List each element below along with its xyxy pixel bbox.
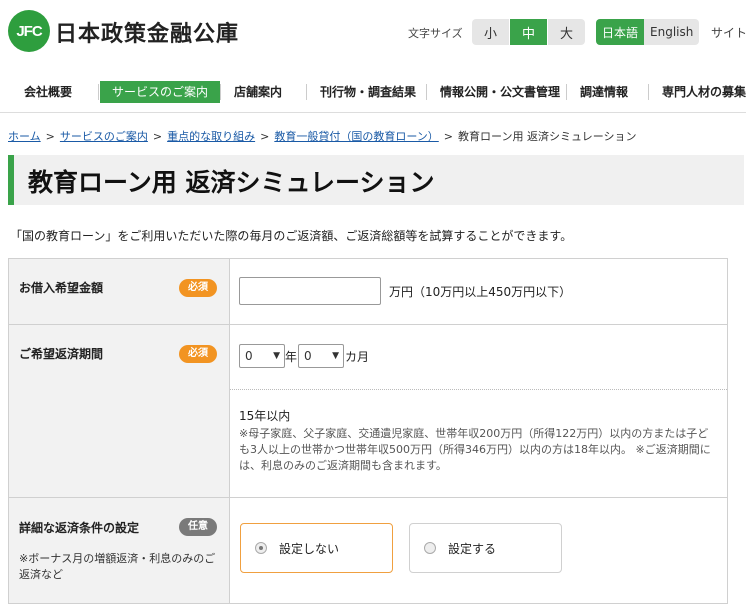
font-size-small-button[interactable]: 小 [472, 19, 510, 45]
page-title: 教育ローン用 返済シミュレーション [28, 168, 435, 197]
font-size-label: 文字サイズ [408, 27, 463, 40]
detail-label: 詳細な返済条件の設定 [19, 521, 140, 535]
site-map-link[interactable]: サイト [711, 24, 746, 41]
nav-divider [98, 84, 99, 100]
breadcrumb-separator: > [152, 130, 163, 143]
breadcrumb-separator: > [443, 130, 453, 143]
breadcrumb: ホーム > サービスのご案内 > 重点的な取り組み > 教育一般貸付（国の教育ローン） > 教育… [8, 128, 637, 144]
simulation-form: お借入希望金額 必須 万円（10万円以上450万円以下） ご希望返済期間 必須 … [8, 258, 728, 604]
radio-option-no-setting[interactable]: 設定しない [240, 523, 393, 573]
breadcrumb-separator: > [45, 130, 55, 143]
months-unit: カ月 [345, 350, 370, 364]
nav-item-services[interactable]: サービスのご案内 [100, 81, 221, 103]
font-size-medium-button[interactable]: 中 [510, 19, 548, 45]
global-nav: 会社概要 サービスのご案内 店舗案内 刊行物・調査結果 情報公開・公文書管理 調… [0, 72, 746, 113]
nav-item-recruitment[interactable]: 専門人材の募集 [650, 81, 746, 103]
years-unit: 年 [285, 350, 298, 364]
nav-item-disclosure[interactable]: 情報公開・公文書管理 [428, 81, 572, 103]
language-english-button[interactable]: English [644, 19, 700, 45]
language-japanese-button[interactable]: 日本語 [596, 19, 645, 45]
nav-divider [220, 84, 221, 100]
years-select[interactable]: 0 ▼ [239, 344, 285, 368]
radio-unchecked-icon [424, 542, 436, 554]
period-label: ご希望返済期間 [19, 347, 104, 361]
loan-amount-input[interactable] [239, 277, 381, 305]
breadcrumb-separator: > [260, 130, 270, 143]
page-title-box: 教育ローン用 返済シミュレーション [8, 155, 744, 205]
breadcrumb-current: 教育ローン用 返済シミュレーション [458, 130, 637, 143]
dotted-divider [230, 389, 727, 390]
chevron-down-icon: ▼ [273, 351, 280, 361]
breadcrumb-initiatives-link[interactable]: 重点的な取り組み [167, 130, 255, 143]
amount-unit-text: 万円（10万円以上450万円以下） [389, 285, 572, 299]
language-switcher: 日本語 English [596, 19, 700, 45]
radio-checked-icon [255, 542, 267, 554]
chevron-down-icon: ▼ [332, 351, 339, 361]
radio-option-set[interactable]: 設定する [409, 523, 562, 573]
breadcrumb-services-link[interactable]: サービスのご案内 [60, 130, 148, 143]
period-note: ※母子家庭、父子家庭、交通遺児家庭、世帯年収200万円（所得122万円）以内の方… [239, 427, 711, 472]
period-limit-text: 15年以内 [239, 409, 291, 423]
page-intro: 「国の教育ローン」をご利用いただいた際の毎月のご返済額、ご返済総額等を試算するこ… [10, 229, 573, 243]
nav-item-procurement[interactable]: 調達情報 [568, 81, 640, 103]
nav-item-company[interactable]: 会社概要 [12, 81, 84, 103]
nav-item-branches[interactable]: 店舗案内 [222, 81, 294, 103]
radio-option-label: 設定しない [279, 542, 340, 556]
nav-divider [566, 84, 567, 100]
breadcrumb-education-loan-link[interactable]: 教育一般貸付（国の教育ローン） [274, 130, 438, 143]
optional-badge: 任意 [179, 518, 217, 536]
site-logo-text[interactable]: 日本政策金融公庫 [55, 16, 239, 48]
months-select-value: 0 [304, 349, 312, 363]
breadcrumb-home-link[interactable]: ホーム [8, 130, 41, 143]
months-select[interactable]: 0 ▼ [298, 344, 344, 368]
jfc-logo-mark[interactable]: JFC [8, 10, 50, 52]
nav-item-publications[interactable]: 刊行物・調査結果 [308, 81, 428, 103]
required-badge: 必須 [179, 279, 217, 297]
font-size-large-button[interactable]: 大 [548, 19, 585, 45]
detail-note: ※ボーナス月の増額返済・利息のみのご返済など [19, 552, 216, 581]
years-select-value: 0 [245, 349, 253, 363]
nav-divider [306, 84, 307, 100]
amount-label: お借入希望金額 [19, 281, 104, 295]
nav-divider [648, 84, 649, 100]
radio-option-label: 設定する [448, 542, 497, 556]
nav-divider [426, 84, 427, 100]
font-size-switcher: 小 中 大 [472, 19, 585, 45]
required-badge: 必須 [179, 345, 217, 363]
